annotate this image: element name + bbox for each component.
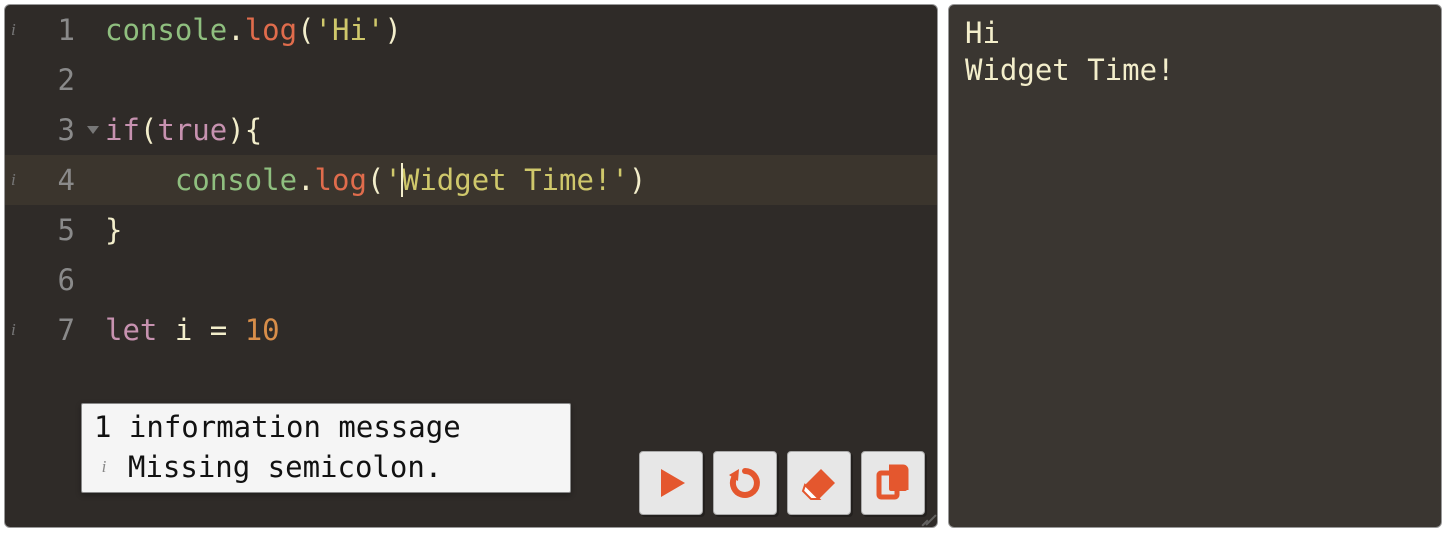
line-number: 5 (58, 205, 75, 255)
token-fn: log (315, 163, 367, 197)
token-paren: ( (140, 113, 157, 147)
code-line[interactable]: i1console.log('Hi') (5, 5, 937, 55)
gutter[interactable]: 5 (5, 205, 85, 255)
token-str: Widget Time!' (402, 163, 629, 197)
gutter[interactable]: i7 (5, 305, 85, 355)
line-number: 2 (58, 55, 75, 105)
token-obj: console (175, 163, 297, 197)
editor-toolbar (639, 451, 925, 515)
lint-message-title: 1 information message (82, 404, 570, 448)
token-str: ' (384, 163, 401, 197)
gutter[interactable]: i1 (5, 5, 85, 55)
undo-icon (725, 463, 765, 503)
gutter[interactable]: 3 (5, 105, 85, 155)
resize-grip[interactable] (917, 507, 935, 525)
token-fn: log (245, 13, 297, 47)
token-paren: ( (297, 13, 314, 47)
line-number: 4 (58, 155, 75, 205)
info-icon: i (11, 5, 16, 55)
play-icon (651, 463, 691, 503)
line-number: 7 (58, 305, 75, 355)
info-icon: i (94, 457, 114, 477)
line-number: 3 (58, 105, 75, 155)
gutter[interactable]: i4 (5, 155, 85, 205)
code-line[interactable]: 3if(true){ (5, 105, 937, 155)
reset-button[interactable] (713, 451, 777, 515)
token-dot: . (227, 13, 244, 47)
token-var: i (157, 313, 209, 347)
code-line[interactable]: i7let i = 10 (5, 305, 937, 355)
code-text[interactable]: if(true){ (85, 105, 262, 155)
token-paren: ) (629, 163, 646, 197)
line-number: 6 (58, 255, 75, 305)
code-text[interactable]: } (85, 205, 122, 255)
token-obj: console (105, 13, 227, 47)
code-line[interactable]: 6 (5, 255, 937, 305)
gutter[interactable]: 2 (5, 55, 85, 105)
token-brace: { (245, 113, 262, 147)
token-bool: true (157, 113, 227, 147)
copy-icon (873, 463, 913, 503)
token-op: = (210, 313, 245, 347)
token-kw: let (105, 313, 157, 347)
token-str: 'Hi' (315, 13, 385, 47)
lint-message-tooltip: 1 information message i Missing semicolo… (81, 403, 571, 493)
eraser-icon (799, 463, 839, 503)
token-brace: } (105, 213, 122, 247)
token-paren: ) (227, 113, 244, 147)
run-button[interactable] (639, 451, 703, 515)
console-output-panel: Hi Widget Time! (948, 4, 1442, 528)
console-output-text: Hi Widget Time! (965, 16, 1175, 87)
token-dot: . (297, 163, 314, 197)
code-text[interactable]: console.log('Hi') (85, 5, 402, 55)
code-editor-panel[interactable]: i1console.log('Hi')23if(true){i4 console… (4, 4, 938, 528)
token-paren: ( (367, 163, 384, 197)
code-area[interactable]: i1console.log('Hi')23if(true){i4 console… (5, 5, 937, 355)
code-line[interactable]: i4 console.log('Widget Time!') (5, 155, 937, 205)
token-kw: if (105, 113, 140, 147)
line-number: 1 (58, 5, 75, 55)
lint-message-detail: Missing semicolon. (128, 450, 442, 484)
token-paren: ) (384, 13, 401, 47)
code-text[interactable]: console.log('Widget Time!') (85, 155, 646, 205)
gutter[interactable]: 6 (5, 255, 85, 305)
info-icon: i (11, 155, 16, 205)
text-cursor (401, 163, 403, 197)
code-line[interactable]: 5} (5, 205, 937, 255)
code-text[interactable]: let i = 10 (85, 305, 280, 355)
clear-button[interactable] (787, 451, 851, 515)
copy-button[interactable] (861, 451, 925, 515)
code-line[interactable]: 2 (5, 55, 937, 105)
info-icon: i (11, 305, 16, 355)
token-num: 10 (245, 313, 280, 347)
